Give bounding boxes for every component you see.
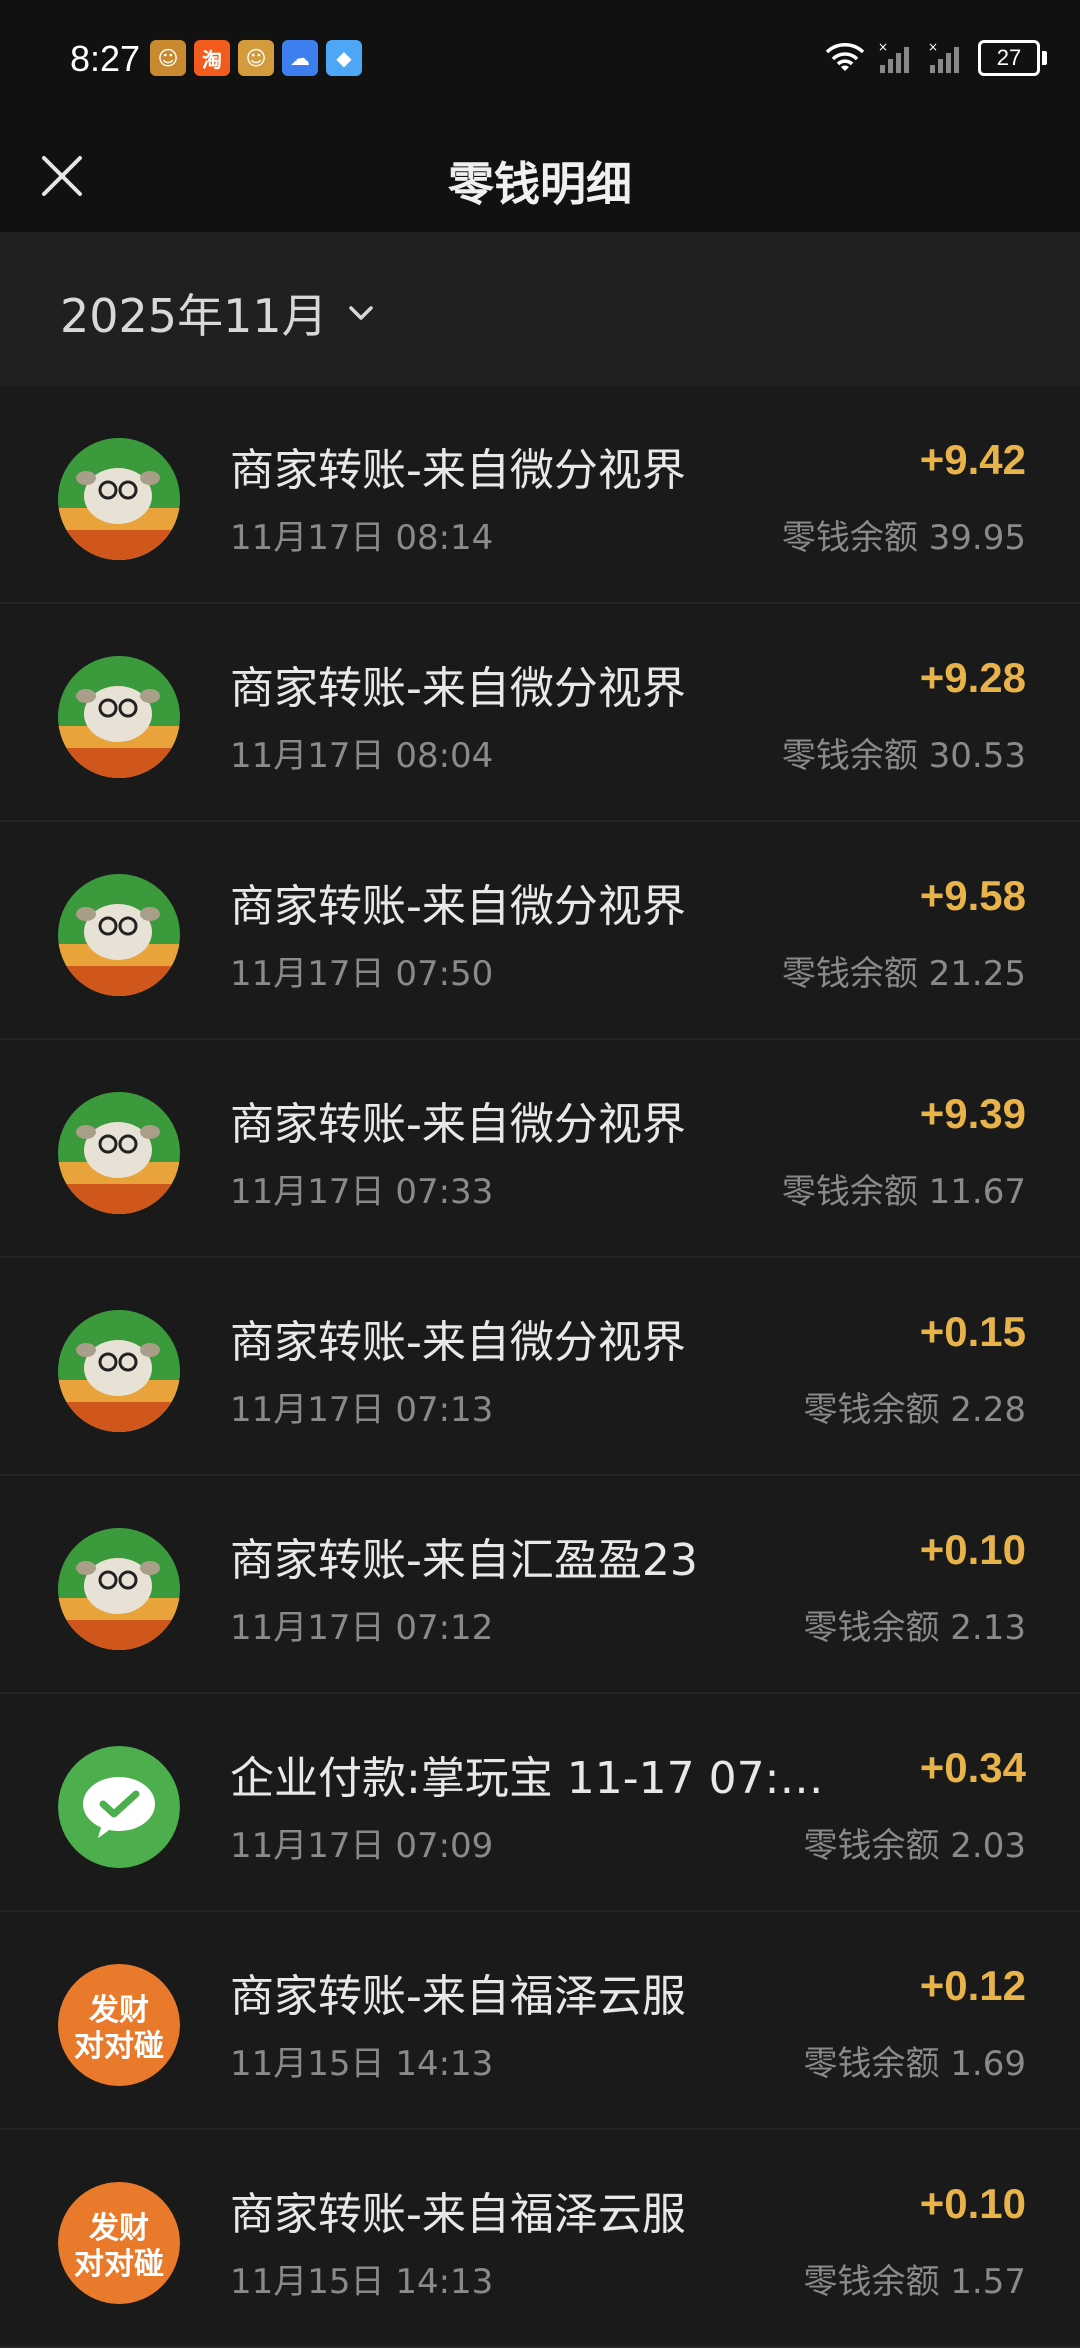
transaction-date: 11月17日 07:12 [230,1608,494,1648]
transaction-row[interactable]: 商家转账-来自微分视界 11月17日 07:13 +0.15 零钱余额 2.28 [0,1258,1080,1476]
transaction-title: 商家转账-来自微分视界 [230,663,686,714]
balance-label: 零钱余额 11.67 [781,1172,1026,1212]
sheep-avatar-icon [58,1310,180,1432]
transaction-date: 11月17日 07:13 [230,1390,494,1430]
transaction-date: 11月17日 08:14 [230,518,494,558]
sheep-avatar-icon [58,1092,180,1214]
balance-label: 零钱余额 2.28 [803,1390,1026,1430]
chevron-down-icon [348,306,373,320]
avatar-text: 发财 [88,2211,149,2246]
transaction-amount: +0.10 [919,1526,1026,1573]
notification-icons: ☺ 淘 ☺ ☁ ◆ [150,40,362,76]
transaction-date: 11月17日 07:50 [230,954,494,994]
balance-label: 零钱余额 1.69 [803,2044,1026,2084]
transaction-row[interactable]: 发财 对对碰 商家转账-来自福泽云服 11月15日 14:13 +0.12 零钱… [0,1912,1080,2130]
wifi-icon [825,43,865,71]
signal-icon: × [878,41,909,73]
month-selector[interactable]: 2025年11月 [60,280,376,346]
transaction-row[interactable]: 发财 对对碰 商家转账-来自福泽云服 11月15日 14:13 +0.10 零钱… [0,2130,1080,2348]
transaction-amount: +9.42 [919,436,1026,483]
svg-text:×: × [928,41,938,54]
transaction-row[interactable]: 企业付款:掌玩宝 11-17 07:0... 11月17日 07:09 +0.3… [0,1694,1080,1912]
month-label: 2025年11月 [60,289,328,343]
taobao-icon: 淘 [194,40,230,76]
page-title: 零钱明细 [448,157,632,211]
avatar-text: 发财 [88,1993,149,2028]
status-time: 8:27 [70,38,141,79]
transaction-title: 商家转账-来自微分视界 [230,1317,686,1368]
avatar-text: 对对碰 [74,2029,164,2064]
merchant-avatar: 发财 对对碰 [58,1964,180,2086]
game-app-icon: ☺ [238,40,274,76]
balance-label: 零钱余额 30.53 [781,736,1026,776]
transaction-row[interactable]: 商家转账-来自微分视界 11月17日 08:04 +9.28 零钱余额 30.5… [0,604,1080,822]
sheep-avatar-icon [58,1528,180,1650]
transaction-row[interactable]: 商家转账-来自微分视界 11月17日 08:14 +9.42 零钱余额 39.9… [0,386,1080,604]
facai-game-icon: 发财 对对碰 [58,1964,180,2086]
transaction-title: 商家转账-来自汇盈盈23 [230,1535,698,1586]
facai-game-icon: 发财 对对碰 [58,2182,180,2304]
transaction-title: 企业付款:掌玩宝 11-17 07:0... [230,1753,830,1804]
transaction-row[interactable]: 商家转账-来自汇盈盈23 11月17日 07:12 +0.10 零钱余额 2.1… [0,1476,1080,1694]
merchant-avatar [58,656,180,778]
transaction-list: 商家转账-来自微分视界 11月17日 08:14 +9.42 零钱余额 39.9… [0,386,1080,2348]
svg-text:×: × [878,41,888,54]
balance-label: 零钱余额 1.57 [803,2262,1026,2302]
transaction-amount: +0.10 [919,2180,1026,2227]
browser-icon: ◆ [326,40,362,76]
game-app-icon: ☺ [150,40,186,76]
avatar-text: 对对碰 [74,2247,164,2282]
merchant-avatar [58,874,180,996]
transaction-title: 商家转账-来自微分视界 [230,881,686,932]
system-icons: × × 27 [824,40,1047,76]
header: 零钱明细 [0,120,1080,232]
balance-label: 零钱余额 2.03 [803,1826,1026,1866]
transaction-title: 商家转账-来自福泽云服 [230,2189,686,2240]
merchant-avatar [58,1092,180,1214]
balance-label: 零钱余额 39.95 [781,518,1026,558]
transaction-title: 商家转账-来自微分视界 [230,1099,686,1150]
transaction-date: 11月17日 07:09 [230,1826,494,1866]
merchant-avatar [58,1528,180,1650]
transaction-title: 商家转账-来自福泽云服 [230,1971,686,2022]
sheep-avatar-icon [58,874,180,996]
transaction-title: 商家转账-来自微分视界 [230,445,686,496]
transaction-amount: +9.28 [919,654,1026,701]
merchant-avatar [58,1746,180,1868]
transaction-amount: +9.58 [919,872,1026,919]
weather-icon: ☁ [282,40,318,76]
transaction-date: 11月15日 14:13 [230,2044,494,2084]
sheep-avatar-icon [58,656,180,778]
merchant-avatar [58,438,180,560]
transaction-date: 11月15日 14:13 [230,2262,494,2302]
wechat-pay-icon [58,1746,180,1868]
transaction-amount: +0.34 [919,1744,1026,1791]
merchant-avatar [58,1310,180,1432]
transaction-date: 11月17日 08:04 [230,736,494,776]
transaction-amount: +9.39 [919,1090,1026,1137]
sheep-avatar-icon [58,438,180,560]
signal-icon: × [928,41,959,73]
transaction-row[interactable]: 商家转账-来自微分视界 11月17日 07:33 +9.39 零钱余额 11.6… [0,1040,1080,1258]
transaction-amount: +0.15 [919,1308,1026,1355]
battery-icon: 27 [978,40,1047,76]
transaction-row[interactable]: 商家转账-来自微分视界 11月17日 07:50 +9.58 零钱余额 21.2… [0,822,1080,1040]
balance-label: 零钱余额 21.25 [781,954,1026,994]
balance-label: 零钱余额 2.13 [803,1608,1026,1648]
transaction-date: 11月17日 07:33 [230,1172,494,1212]
status-bar: 8:27 ☺ 淘 ☺ ☁ ◆ × × 27 [0,0,1080,120]
month-filter-bar: 2025年11月 [0,232,1080,386]
transaction-amount: +0.12 [919,1962,1026,2009]
merchant-avatar: 发财 对对碰 [58,2182,180,2304]
